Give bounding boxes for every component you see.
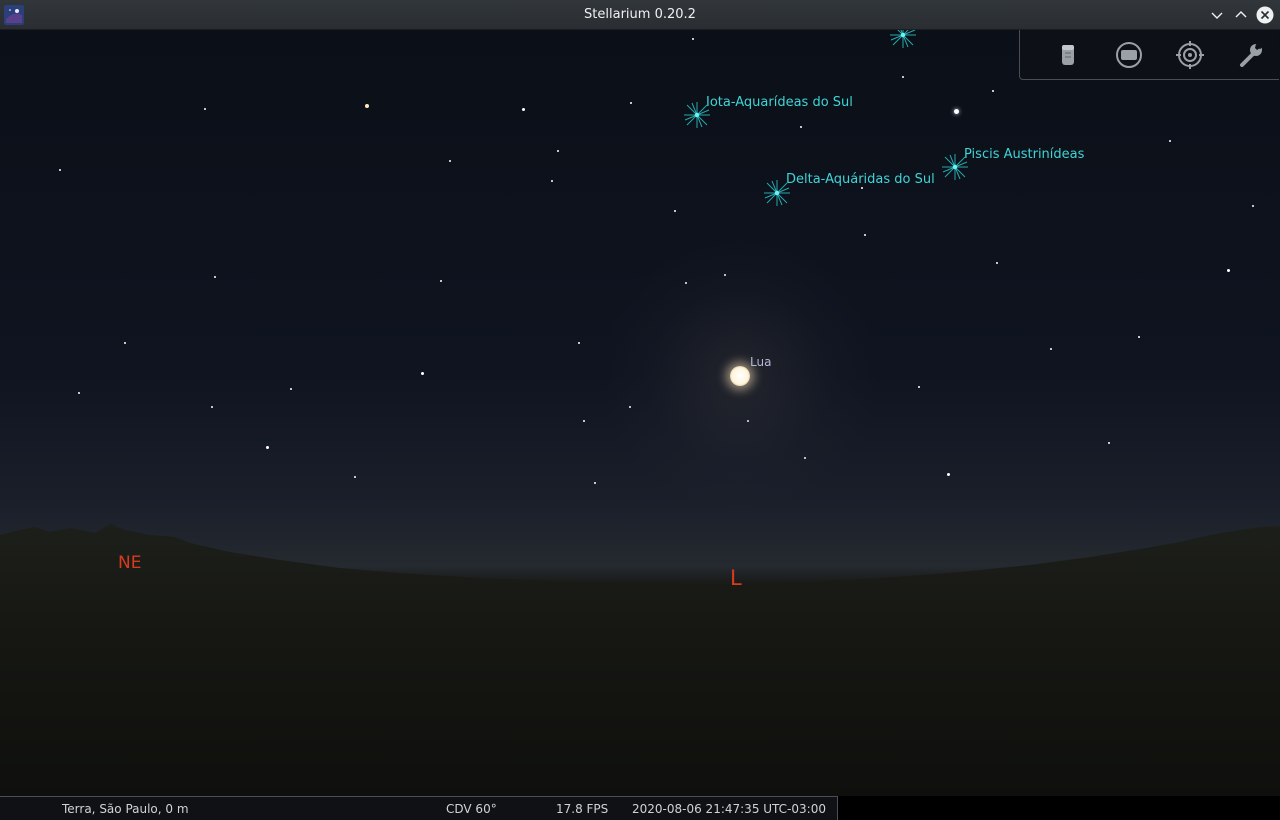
datetime-text[interactable]: 2020-08-06 21:47:35 UTC-03:00 (632, 802, 826, 816)
cardinal-northeast: NE (118, 553, 142, 573)
fov-text: CDV 60° (446, 802, 497, 816)
telescope-icon[interactable] (1053, 40, 1083, 70)
landscape (0, 524, 1280, 796)
target-icon[interactable] (1175, 40, 1205, 70)
cardinal-east: L (730, 566, 742, 590)
wrench-icon[interactable] (1236, 40, 1266, 70)
maximize-button[interactable] (1232, 6, 1250, 24)
fps-text: 17.8 FPS (556, 802, 609, 816)
sky-view[interactable]: Lua Iota-Aquarídeas do Sul Piscis Austri… (0, 30, 1280, 796)
top-right-toolbar (1019, 30, 1279, 80)
window-title: Stellarium 0.20.2 (584, 7, 696, 22)
status-bar: Terra, São Paulo, 0 m CDV 60° 17.8 FPS 2… (0, 796, 838, 820)
screen-icon[interactable] (1114, 40, 1144, 70)
minimize-button[interactable] (1208, 6, 1226, 24)
window-titlebar[interactable]: Stellarium 0.20.2 (0, 0, 1280, 30)
close-button[interactable] (1256, 6, 1274, 24)
location-text[interactable]: Terra, São Paulo, 0 m (62, 802, 189, 816)
